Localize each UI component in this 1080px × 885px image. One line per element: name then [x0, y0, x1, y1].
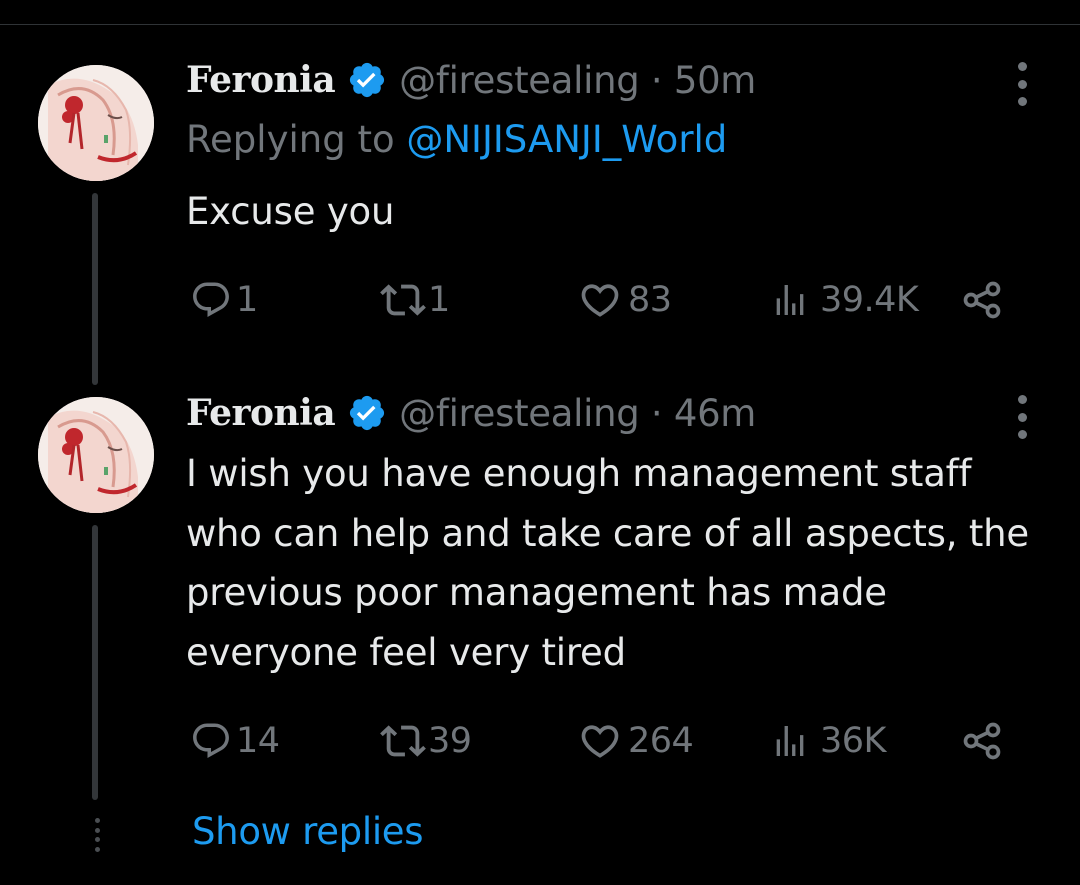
- share-button[interactable]: [960, 716, 1004, 766]
- views-chart-icon: [776, 726, 804, 756]
- show-replies-link[interactable]: Show replies: [192, 810, 424, 853]
- views-button[interactable]: 36K: [770, 716, 887, 766]
- verified-badge-icon: [347, 393, 387, 433]
- retweet-icon: [380, 725, 426, 757]
- share-icon: [963, 722, 1001, 760]
- tweet-2[interactable]: Feronia @firestealing · 46m I wish you h…: [0, 0, 1080, 800]
- reply-icon: [193, 723, 229, 758]
- thread-continuation-dots: [93, 818, 101, 852]
- more-vertical-icon[interactable]: [1010, 395, 1034, 439]
- like-button[interactable]: 264: [578, 716, 694, 766]
- heart-icon: [581, 725, 619, 758]
- avatar[interactable]: [38, 397, 154, 513]
- tweet-header: Feronia @firestealing · 46m: [186, 388, 756, 438]
- views-count: 36K: [820, 721, 887, 761]
- reply-count: 14: [236, 721, 280, 761]
- retweet-count: 39: [428, 721, 472, 761]
- thread-line: [92, 525, 98, 800]
- reply-button[interactable]: 14: [190, 716, 280, 766]
- display-name[interactable]: Feronia: [186, 392, 336, 434]
- tweet-text: I wish you have enough management staff …: [186, 452, 1029, 674]
- like-count: 264: [628, 721, 694, 761]
- tweet-actions: 14 39 264 36K: [186, 716, 1016, 766]
- retweet-button[interactable]: 39: [380, 716, 472, 766]
- handle-and-time[interactable]: @firestealing · 46m: [399, 392, 756, 435]
